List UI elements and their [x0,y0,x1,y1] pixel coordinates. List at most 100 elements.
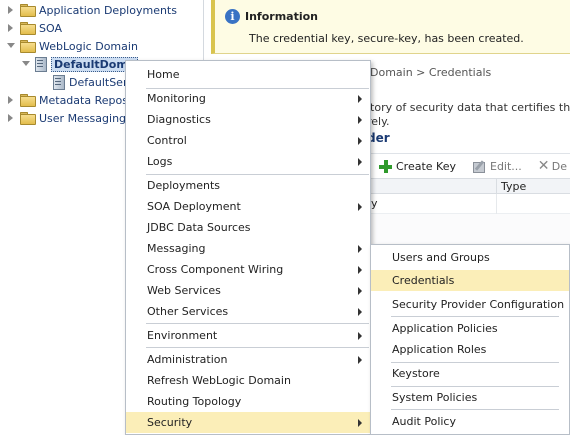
menu-item-application-roles[interactable]: Application Roles [371,339,569,360]
menu-item-label: SOA Deployment [147,200,241,213]
menu-item-label: System Policies [392,391,478,404]
menu-item-logs[interactable]: Logs [126,151,370,172]
expand-icon[interactable] [6,5,16,15]
menu-item-routing-topology[interactable]: Routing Topology [126,391,370,412]
menu-item-keystore[interactable]: Keystore [371,363,569,384]
create-key-label: Create Key [396,159,456,173]
tree-item-weblogic-domain[interactable]: WebLogic Domain [6,37,138,55]
expand-icon[interactable] [6,113,16,123]
tree-item-user-messaging[interactable]: User Messaging S [6,109,137,127]
menu-item-label: Users and Groups [392,251,490,264]
table-row[interactable]: y [371,194,570,214]
information-message-box: i Information The credential key, secure… [211,0,570,54]
menu-item-diagnostics[interactable]: Diagnostics [126,109,370,130]
column-divider [496,194,497,214]
submenu-arrow-icon [358,137,362,145]
menu-item-refresh-weblogic-domain[interactable]: Refresh WebLogic Domain [126,370,370,391]
tree-item-label[interactable]: DefaultSer [69,76,127,89]
tree-item-label[interactable]: WebLogic Domain [39,40,138,53]
folder-icon [20,40,36,53]
collapse-icon[interactable] [21,59,31,69]
expand-icon[interactable] [6,23,16,33]
submenu-arrow-icon [358,287,362,295]
menu-item-control[interactable]: Control [126,130,370,151]
tree-item-label[interactable]: Application Deployments [39,4,177,17]
menu-item-monitoring[interactable]: Monitoring [126,88,370,109]
edit-button[interactable]: Edit... [472,160,522,173]
menu-item-label: Control [147,134,187,147]
menu-item-environment[interactable]: Environment [126,325,370,346]
menu-item-audit-policy[interactable]: Audit Policy [371,411,569,432]
menu-item-label: Administration [147,353,228,366]
tree-item-label[interactable]: SOA [39,22,62,35]
menu-item-label: Audit Policy [392,415,456,428]
menu-item-label: Credentials [392,274,455,287]
menu-item-label: Keystore [392,367,440,380]
menu-item-credentials[interactable]: Credentials [371,270,569,291]
menu-divider [391,316,559,317]
submenu-arrow-icon [358,419,362,427]
tree-item-label[interactable]: User Messaging S [39,112,137,125]
menu-item-application-policies[interactable]: Application Policies [371,318,569,339]
breadcrumb[interactable]: Domain > Credentials [370,66,491,79]
security-submenu: Users and Groups Credentials Security Pr… [370,244,570,435]
menu-item-system-policies[interactable]: System Policies [371,387,569,408]
info-icon: i [225,9,240,24]
menu-item-label: Messaging [147,242,206,255]
folder-icon [20,4,36,17]
menu-item-label: Other Services [147,305,229,318]
menu-item-label: Environment [147,329,218,342]
menu-item-label: JDBC Data Sources [147,221,251,234]
menu-item-label: Refresh WebLogic Domain [147,374,291,387]
column-header-type[interactable]: Type [496,179,526,195]
delete-icon: ✕ [537,157,550,174]
folder-icon [20,94,36,107]
submenu-arrow-icon [358,266,362,274]
menu-item-security-provider-configuration[interactable]: Security Provider Configuration [371,294,569,315]
menu-item-security[interactable]: Security [126,412,370,433]
menu-item-home[interactable]: Home [126,64,370,85]
collapse-icon[interactable] [6,41,16,51]
folder-icon [20,112,36,125]
menu-item-label: Application Roles [392,343,487,356]
menu-item-soa-deployment[interactable]: SOA Deployment [126,196,370,217]
expand-icon[interactable] [6,95,16,105]
menu-divider [146,323,369,324]
menu-item-label: Routing Topology [147,395,242,408]
submenu-arrow-icon [358,308,362,316]
menu-item-label: Security [147,416,193,429]
menu-item-label: Cross Component Wiring [147,263,284,276]
menu-item-users-and-groups[interactable]: Users and Groups [371,247,569,268]
tree-item-application-deployments[interactable]: Application Deployments [6,1,177,19]
edit-label: Edit... [490,159,522,173]
menu-item-other-services[interactable]: Other Services [126,301,370,322]
tree-item-metadata-repositories[interactable]: Metadata Reposit [6,91,135,109]
create-key-button[interactable]: Create Key [371,159,456,173]
menu-item-cross-component-wiring[interactable]: Cross Component Wiring [126,259,370,280]
menu-item-label: Application Policies [392,322,498,335]
information-message: The credential key, secure-key, has been… [249,32,524,45]
delete-button[interactable]: ✕ De [537,157,568,174]
menu-item-label: Deployments [147,179,221,192]
submenu-arrow-icon [358,332,362,340]
menu-item-web-services[interactable]: Web Services [126,280,370,301]
menu-item-jdbc-data-sources[interactable]: JDBC Data Sources [126,217,370,238]
page-description-line: itory of security data that certifies th… [367,101,570,114]
menu-item-deployments[interactable]: Deployments [126,175,370,196]
tree-item-soa[interactable]: SOA [6,19,62,37]
delete-label: De [551,159,568,173]
menu-item-label: Monitoring [147,92,206,105]
submenu-arrow-icon [358,245,362,253]
menu-item-label: Logs [147,155,173,168]
menu-item-messaging[interactable]: Messaging [126,238,370,259]
tree-item-default-domain[interactable]: DefaultDoma [21,55,139,73]
submenu-arrow-icon [358,203,362,211]
menu-item-label: Diagnostics [147,113,211,126]
tree-item-label[interactable]: Metadata Reposit [39,94,135,107]
tree-item-default-server[interactable]: DefaultSer [49,73,127,91]
submenu-arrow-icon [358,356,362,364]
menu-item-administration[interactable]: Administration [126,349,370,370]
table-cell: y [371,197,378,210]
table-header: Type [371,178,570,195]
menu-item-label: Home [147,68,180,81]
